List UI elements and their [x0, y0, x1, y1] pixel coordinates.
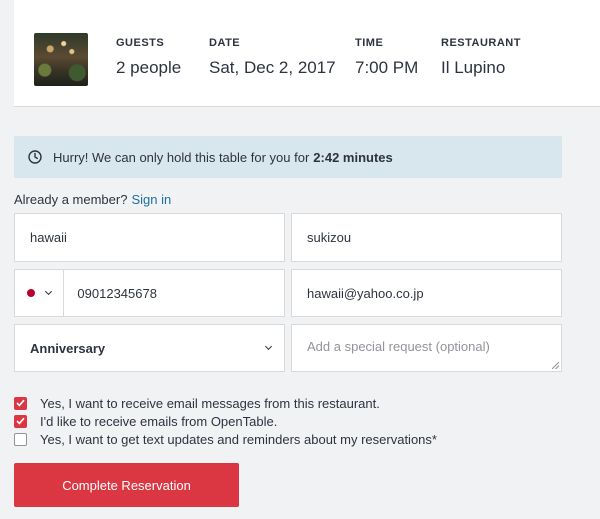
checkbox-checked[interactable] [14, 414, 27, 428]
checkbox-label: Yes, I want to get text updates and remi… [40, 431, 437, 447]
last-name-input[interactable] [307, 230, 561, 245]
occasion-value: Anniversary [30, 340, 106, 356]
time-value: 7:00 PM [355, 58, 419, 77]
date-value: Sat, Dec 2, 2017 [209, 58, 336, 77]
guests-value: 2 people [116, 58, 182, 77]
guests-label: GUESTS [116, 37, 165, 49]
phone-input[interactable] [64, 285, 284, 301]
first-name-input[interactable] [30, 230, 284, 245]
guests-column: GUESTS 2 people [116, 37, 181, 78]
special-request-field[interactable] [291, 324, 562, 372]
checkbox-unchecked[interactable] [14, 432, 27, 446]
first-name-field[interactable] [14, 213, 285, 262]
email-input[interactable] [307, 285, 561, 301]
checkbox-label: I'd like to receive emails from OpenTabl… [40, 413, 278, 429]
checkbox-checked[interactable] [14, 396, 27, 410]
check-icon [16, 399, 25, 407]
complete-reservation-button[interactable]: Complete Reservation [14, 463, 239, 507]
hold-timer-alert: Hurry! We can only hold this table for y… [14, 136, 562, 178]
member-prompt-text: Already a member? [14, 192, 128, 207]
alert-text: Hurry! We can only hold this table for y… [53, 149, 310, 165]
last-name-field[interactable] [291, 213, 562, 262]
restaurant-column: RESTAURANT Il Lupino [441, 37, 521, 78]
restaurant-value: Il Lupino [441, 58, 506, 77]
reservation-summary: GUESTS 2 people DATE Sat, Dec 2, 2017 TI… [14, 0, 600, 107]
check-icon [16, 417, 25, 425]
japan-flag-icon [27, 289, 36, 297]
time-label: TIME [355, 37, 384, 49]
date-label: DATE [209, 37, 241, 49]
sign-in-link[interactable]: Sign in [131, 192, 171, 207]
chevron-down-icon [45, 287, 53, 296]
clock-icon [28, 150, 42, 164]
email-opentable-checkbox[interactable]: I'd like to receive emails from OpenTabl… [14, 412, 437, 430]
email-restaurant-checkbox[interactable]: Yes, I want to receive email messages fr… [14, 394, 437, 412]
occasion-select[interactable]: Anniversary [14, 324, 285, 372]
country-code-select[interactable] [15, 270, 65, 316]
consent-checkboxes: Yes, I want to receive email messages fr… [14, 394, 437, 448]
special-request-input[interactable] [307, 325, 561, 371]
alert-timer: 2:42 minutes [313, 149, 393, 165]
phone-field[interactable] [14, 269, 285, 317]
member-prompt: Already a member? Sign in [14, 192, 171, 207]
restaurant-label: RESTAURANT [441, 37, 521, 49]
time-column: TIME 7:00 PM [355, 37, 418, 78]
chevron-down-icon [264, 342, 273, 351]
text-updates-checkbox[interactable]: Yes, I want to get text updates and remi… [14, 430, 437, 448]
email-field[interactable] [291, 269, 562, 317]
resize-handle[interactable] [552, 362, 559, 369]
date-column: DATE Sat, Dec 2, 2017 [209, 37, 336, 78]
checkbox-label: Yes, I want to receive email messages fr… [40, 395, 380, 411]
restaurant-photo [34, 33, 88, 86]
